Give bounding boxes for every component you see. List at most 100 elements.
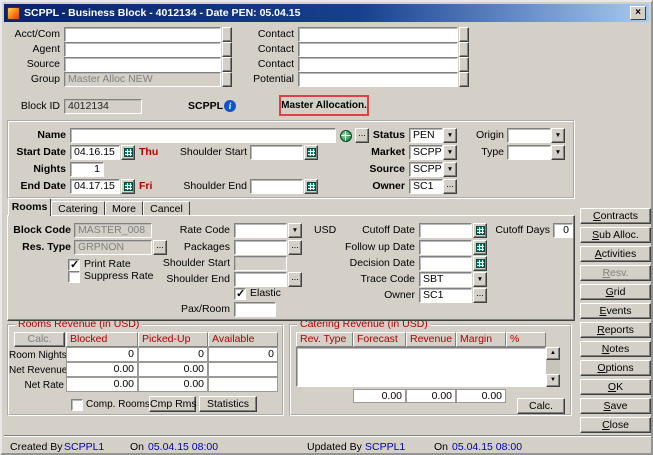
pax-room-label: Pax/Room [146,302,230,317]
reports-button[interactable]: Reports [580,322,651,338]
sub-alloc-button[interactable]: Sub Alloc. [580,227,651,243]
owner-field[interactable]: SC1 [409,179,443,194]
end-date-calendar-button[interactable] [121,179,135,194]
owner-ellipsis-button[interactable]: ... [443,179,457,194]
rooms-calc-button[interactable]: Calc. [14,332,65,347]
potential-field[interactable] [298,72,458,87]
rate-code-dropdown-icon[interactable]: ▼ [288,223,302,238]
tab-cancel[interactable]: Cancel [143,201,190,216]
origin-dropdown-icon[interactable]: ▼ [551,128,565,143]
created-on-value: 05.04.15 08:00 [148,440,218,455]
end-date-field[interactable]: 04.17.15 [70,179,120,194]
catering-calc-button[interactable]: Calc. [517,398,565,414]
group-label: Group [6,72,60,87]
cmp-rms-button[interactable]: Cmp Rms [149,396,196,412]
shoulder-end-calendar-button[interactable] [304,179,318,194]
shoulder-start-calendar-button[interactable] [304,145,318,160]
close-button[interactable]: Close [580,417,651,433]
print-rate-checkbox[interactable] [68,259,80,271]
packages-field[interactable] [234,240,287,255]
source-detail-field[interactable]: SCPPL [409,162,443,177]
type-field[interactable] [507,145,551,160]
window-title: SCPPL - Business Block - 4012134 - Date … [24,7,300,19]
follow-up-date-calendar-button[interactable] [473,240,487,255]
net-revenue-picked-up-cell: 0.00 [138,362,208,377]
acct-com-lookup-button[interactable] [222,27,232,42]
follow-up-date-field[interactable] [419,240,472,255]
comp-rooms-checkbox[interactable] [71,399,83,411]
packages-ellipsis-button[interactable]: ... [288,240,302,255]
pax-room-field[interactable] [234,302,276,317]
contact-1-field[interactable] [298,27,458,42]
options-button[interactable]: Options [580,360,651,376]
elastic-checkbox[interactable] [234,288,246,300]
close-icon[interactable]: × [630,6,646,20]
tab-owner-ellipsis-button[interactable]: ... [473,288,487,303]
group-lookup-button[interactable] [222,72,232,87]
status-label: Status [359,128,405,143]
statistics-button[interactable]: Statistics [199,396,257,412]
shoulder-end-field[interactable] [250,179,303,194]
grid-button[interactable]: Grid [580,284,651,300]
scroll-up-icon[interactable]: ▲ [546,347,560,360]
agent-lookup-button[interactable] [222,42,232,57]
info-icon[interactable]: i [224,100,236,112]
contact-2-label: Contact [242,42,294,57]
activities-button[interactable]: Activities [580,246,651,262]
trace-code-field[interactable]: SBT [419,272,472,287]
source-field[interactable] [64,57,221,72]
app-icon [7,7,20,20]
cutoff-date-label: Cutoff Date [333,223,415,238]
tab-owner-field[interactable]: SC1 [419,288,472,303]
status-field[interactable]: PEN [409,128,443,143]
cutoff-date-field[interactable] [419,223,472,238]
master-allocation-banner: Master Allocation. [279,95,369,116]
contact-3-lookup-button[interactable] [459,57,469,72]
decision-date-field[interactable] [419,256,472,271]
events-button[interactable]: Events [580,303,651,319]
start-date-calendar-button[interactable] [121,145,135,160]
start-date-field[interactable]: 04.16.15 [70,145,120,160]
contact-2-lookup-button[interactable] [459,42,469,57]
tab-shoulder-end-ellipsis-button[interactable]: ... [288,272,302,287]
contracts-button[interactable]: Contracts [580,208,651,224]
resv-button: Resv. [580,265,651,281]
tab-shoulder-end-field[interactable] [234,272,287,287]
trace-code-dropdown-icon[interactable]: ▼ [473,272,487,287]
acct-com-field[interactable] [64,27,221,42]
shoulder-start-label: Shoulder Start [161,145,247,160]
cutoff-date-calendar-button[interactable] [473,223,487,238]
contact-1-lookup-button[interactable] [459,27,469,42]
contact-2-field[interactable] [298,42,458,57]
tab-rooms[interactable]: Rooms [8,198,51,216]
tab-more[interactable]: More [105,201,143,216]
market-field[interactable]: SCPPL [409,145,443,160]
scroll-down-icon[interactable]: ▼ [546,374,560,387]
decision-date-calendar-button[interactable] [473,256,487,271]
shoulder-start-field[interactable] [250,145,303,160]
agent-label: Agent [6,42,60,57]
ok-button[interactable]: OK [580,379,651,395]
type-dropdown-icon[interactable]: ▼ [551,145,565,160]
agent-field[interactable] [64,42,221,57]
property-code-label: SCPPL [188,99,223,114]
source-lookup-button[interactable] [222,57,232,72]
suppress-rate-checkbox[interactable] [68,271,80,283]
net-revenue-blocked-cell: 0.00 [66,362,138,377]
rooms-revenue-group: Rooms Revenue (in USD) Calc. Blocked Pic… [7,324,284,416]
contact-3-field[interactable] [298,57,458,72]
nights-field[interactable]: 1 [70,162,104,177]
notes-button[interactable]: Notes [580,341,651,357]
tab-catering[interactable]: Catering [51,201,105,216]
cutoff-days-field[interactable]: 0 [553,223,573,238]
source-dropdown-icon[interactable]: ▼ [443,162,457,177]
potential-lookup-button[interactable] [459,72,469,87]
globe-icon[interactable] [340,130,352,142]
name-field[interactable] [70,128,336,143]
catering-total-revenue: 0.00 [406,389,456,403]
save-button[interactable]: Save [580,398,651,414]
catering-col-percent: % [506,332,546,347]
rate-code-field[interactable] [234,223,287,238]
res-type-label: Res. Type [8,240,71,255]
origin-field[interactable] [507,128,551,143]
